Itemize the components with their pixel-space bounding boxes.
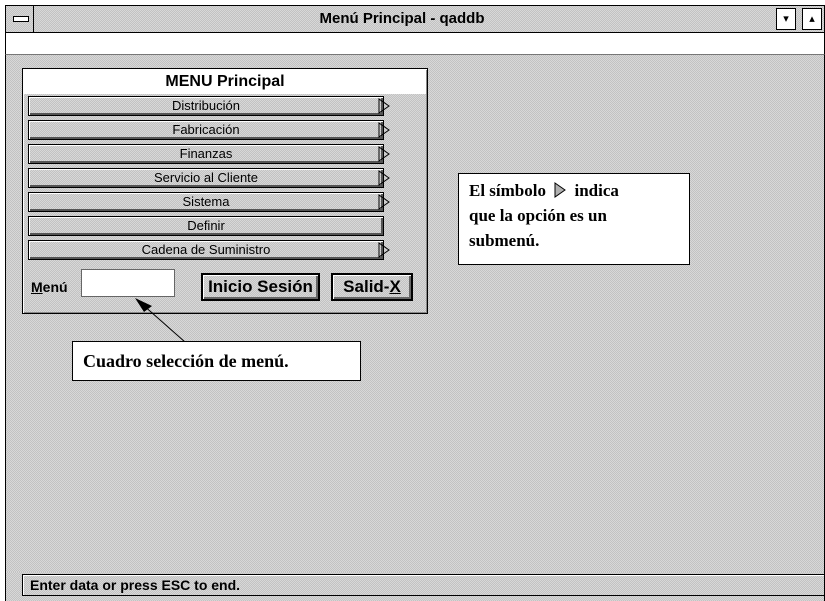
menu-item-sistema[interactable]: Sistema [28, 192, 384, 212]
status-bar: Enter data or press ESC to end. [22, 574, 825, 596]
callout-line-1-after: indica [574, 181, 619, 200]
callout-line-3: submenú. [469, 231, 540, 250]
submenu-arrow-icon [378, 98, 390, 114]
menu-item-fabricacion[interactable]: Fabricación [28, 120, 384, 140]
triangle-down-icon: ▾ [783, 13, 789, 25]
callout-line-1-before: El símbolo [469, 181, 546, 200]
exit-label: Salid- [343, 277, 390, 296]
menu-item-distribucion[interactable]: Distribución [28, 96, 384, 116]
submenu-callout: El símbolo indica que la opción es un su… [458, 173, 690, 265]
title-bar: Menú Principal - qaddb ▾ ▴ [5, 5, 825, 33]
submenu-arrow-icon [378, 242, 390, 258]
callout-line-2: que la opción es un [469, 206, 607, 225]
menu-item-finanzas[interactable]: Finanzas [28, 144, 384, 164]
menu-label-mnemonic: M [31, 279, 43, 295]
menu-label-rest: enú [42, 279, 68, 295]
callout-pointer-arrow [135, 298, 186, 343]
menu-bar [5, 33, 825, 55]
submenu-arrow-icon [378, 194, 390, 210]
main-menu-panel: MENU Principal Distribución Fabricación … [22, 68, 428, 314]
submenu-arrow-icon [378, 146, 390, 162]
system-menu-icon [13, 16, 29, 22]
submenu-arrow-icon [378, 170, 390, 186]
window-title: Menú Principal - qaddb [319, 10, 485, 27]
menu-box-callout: Cuadro selección de menú. [72, 341, 361, 381]
login-button[interactable]: Inicio Sesión [201, 273, 320, 301]
exit-label-mnemonic: X [389, 277, 401, 296]
maximize-button[interactable]: ▴ [802, 8, 822, 30]
exit-button[interactable]: Salid-X [331, 273, 413, 301]
minimize-button[interactable]: ▾ [776, 8, 796, 30]
submenu-arrow-icon [378, 122, 390, 138]
callout-line-1: El símbolo indica [469, 178, 689, 203]
menu-input-label: Menú [31, 279, 68, 295]
submenu-arrow-icon [554, 182, 567, 198]
triangle-up-icon: ▴ [809, 13, 815, 25]
menu-item-definir[interactable]: Definir [28, 216, 384, 236]
menu-item-servicio-cliente[interactable]: Servicio al Cliente [28, 168, 384, 188]
system-menu-button[interactable] [6, 6, 34, 32]
menu-panel-title: MENU Principal [24, 70, 426, 94]
menu-item-cadena-suministro[interactable]: Cadena de Suministro [28, 240, 384, 260]
